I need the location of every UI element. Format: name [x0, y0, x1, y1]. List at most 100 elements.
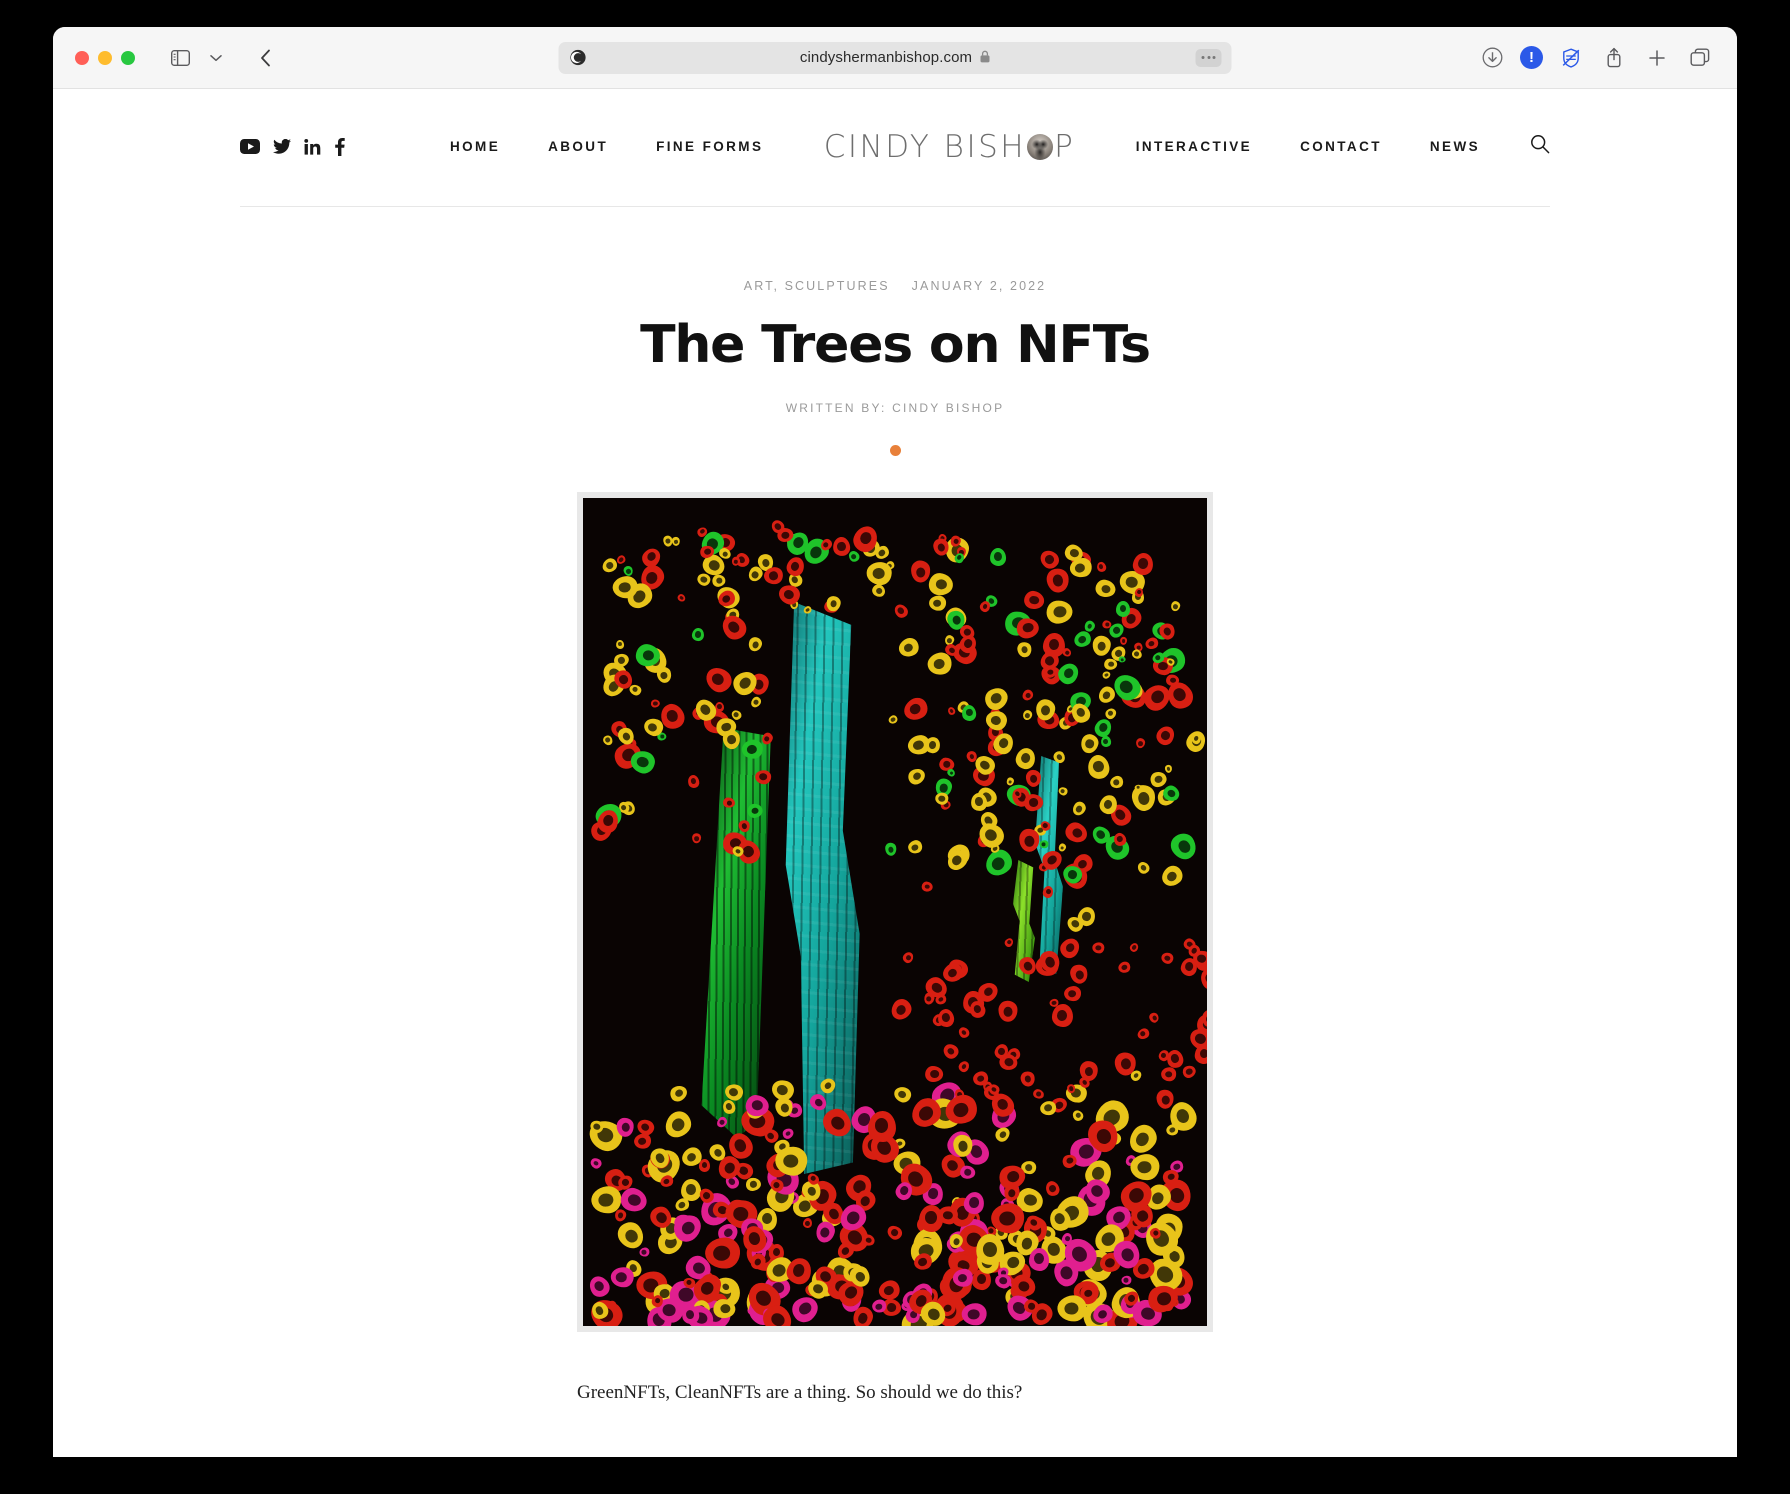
- tab-overview-icon[interactable]: [1685, 44, 1715, 72]
- social-facebook-icon[interactable]: [334, 137, 345, 156]
- nav-item-home[interactable]: HOME: [450, 139, 500, 154]
- leaf-shape: [1118, 656, 1127, 664]
- leaf-shape: [1148, 769, 1169, 789]
- leaf-shape: [900, 950, 915, 966]
- site-logo[interactable]: CINDY BISH P: [763, 129, 1135, 165]
- leaf-shape: [671, 536, 682, 548]
- more-options-icon[interactable]: [1195, 48, 1222, 67]
- close-window-button[interactable]: [75, 50, 89, 65]
- article-categories[interactable]: ART, SCULPTURES: [744, 279, 890, 293]
- leaf-shape: [659, 1106, 696, 1144]
- leaf-shape: [785, 554, 807, 578]
- leaf-shape: [1148, 1011, 1160, 1024]
- leaf-shape: [1160, 951, 1175, 966]
- search-area: [1480, 134, 1550, 159]
- leaf-shape: [1170, 600, 1182, 613]
- download-icon[interactable]: [1477, 44, 1507, 72]
- leaf-shape: [1022, 589, 1046, 611]
- window-controls: [75, 50, 135, 65]
- leaf-shape: [748, 695, 763, 710]
- article: ART, SCULPTURES JANUARY 2, 2022 The Tree…: [240, 279, 1550, 1409]
- nav-item-contact[interactable]: CONTACT: [1300, 139, 1382, 154]
- reader-mode-icon[interactable]: [570, 49, 587, 66]
- social-youtube-icon[interactable]: [240, 139, 260, 154]
- social-twitter-icon[interactable]: [273, 139, 291, 154]
- leaf-shape: [870, 581, 888, 599]
- leaf-shape: [1092, 635, 1111, 657]
- leaf-shape: [676, 592, 687, 604]
- leaf-shape: [691, 832, 702, 843]
- leaf-shape: [895, 635, 922, 661]
- leaf-shape: [905, 765, 928, 788]
- alert-badge-icon[interactable]: !: [1520, 46, 1543, 69]
- nav-item-fine-forms[interactable]: FINE FORMS: [656, 139, 763, 154]
- leaf-shape: [1022, 708, 1034, 722]
- privacy-report-icon[interactable]: [1556, 44, 1586, 72]
- leaf-shape: [585, 1272, 614, 1301]
- social-linkedin-icon[interactable]: [304, 138, 321, 155]
- leaf-shape: [728, 667, 762, 700]
- leaf-shape: [892, 1084, 914, 1105]
- leaf-shape: [906, 839, 925, 856]
- maximize-window-button[interactable]: [121, 50, 135, 65]
- leaf-shape: [650, 699, 661, 709]
- leaf-shape: [884, 841, 898, 857]
- leaf-shape: [1003, 937, 1015, 949]
- leaf-shape: [1130, 1154, 1160, 1181]
- primary-nav-left: HOME ABOUT FINE FORMS: [450, 139, 763, 154]
- leaf-shape: [1153, 723, 1178, 749]
- leaf-shape: [600, 733, 615, 748]
- nav-item-news[interactable]: NEWS: [1430, 139, 1480, 154]
- nav-item-about[interactable]: ABOUT: [548, 139, 608, 154]
- nav-item-interactive[interactable]: INTERACTIVE: [1136, 139, 1252, 154]
- leaf-shape: [1135, 737, 1146, 749]
- leaf-shape: [1115, 600, 1130, 617]
- tree-trunk-green: [700, 728, 774, 1138]
- site-header: HOME ABOUT FINE FORMS CINDY BISH P INTERA…: [240, 89, 1550, 207]
- leaf-shape: [1121, 1274, 1133, 1285]
- share-icon[interactable]: [1599, 44, 1629, 72]
- leaf-shape: [1038, 1099, 1058, 1117]
- leaf-shape: [1101, 669, 1112, 680]
- article-paragraph: GreenNFTs, CleanNFTs are a thing. So sho…: [577, 1382, 1023, 1403]
- leaf-shape: [1044, 566, 1072, 595]
- leaf-shape: [695, 572, 712, 588]
- leaf-shape: [1016, 640, 1033, 659]
- lock-icon: [979, 50, 990, 66]
- leaf-shape: [920, 880, 933, 893]
- leaf-shape: [1117, 959, 1133, 975]
- artwork-image[interactable]: [583, 498, 1207, 1326]
- leaf-shape: [1124, 1120, 1162, 1159]
- article-date: JANUARY 2, 2022: [911, 279, 1047, 293]
- leaf-shape: [1062, 819, 1091, 847]
- logo-portrait-icon: [1027, 133, 1054, 160]
- artwork-frame: [577, 492, 1213, 1332]
- social-links: [240, 137, 450, 156]
- leaf-shape: [1063, 985, 1083, 1003]
- leaf-shape: [633, 1132, 653, 1151]
- leaf-shape: [1158, 862, 1187, 891]
- leaf-shape: [802, 1217, 813, 1229]
- sidebar-icon[interactable]: [165, 44, 195, 72]
- leaf-shape: [1070, 1107, 1087, 1124]
- leaf-shape: [1028, 1248, 1050, 1272]
- address-bar[interactable]: cindyshermanbishop.com: [558, 41, 1232, 74]
- leaf-shape: [1013, 746, 1037, 772]
- leaf-shape: [610, 1267, 634, 1288]
- url-text: cindyshermanbishop.com: [799, 49, 973, 66]
- minimize-window-button[interactable]: [98, 50, 112, 65]
- back-arrow-icon[interactable]: [251, 44, 281, 72]
- leaf-shape: [717, 610, 751, 644]
- leaf-shape: [747, 635, 764, 654]
- leaf-shape: [924, 1065, 943, 1083]
- leaf-shape: [940, 1041, 961, 1062]
- search-icon[interactable]: [1530, 134, 1550, 159]
- leaf-shape: [865, 561, 893, 586]
- plus-icon[interactable]: [1642, 44, 1672, 72]
- browser-window: cindyshermanbishop.com ! HOME ABOUT FINE…: [53, 27, 1737, 1457]
- chevron-down-icon[interactable]: [201, 44, 231, 72]
- leaf-shape: [1135, 1026, 1151, 1042]
- toolbar-actions: !: [1477, 44, 1715, 72]
- leaf-shape: [992, 1124, 1013, 1145]
- leaf-shape: [1108, 775, 1125, 791]
